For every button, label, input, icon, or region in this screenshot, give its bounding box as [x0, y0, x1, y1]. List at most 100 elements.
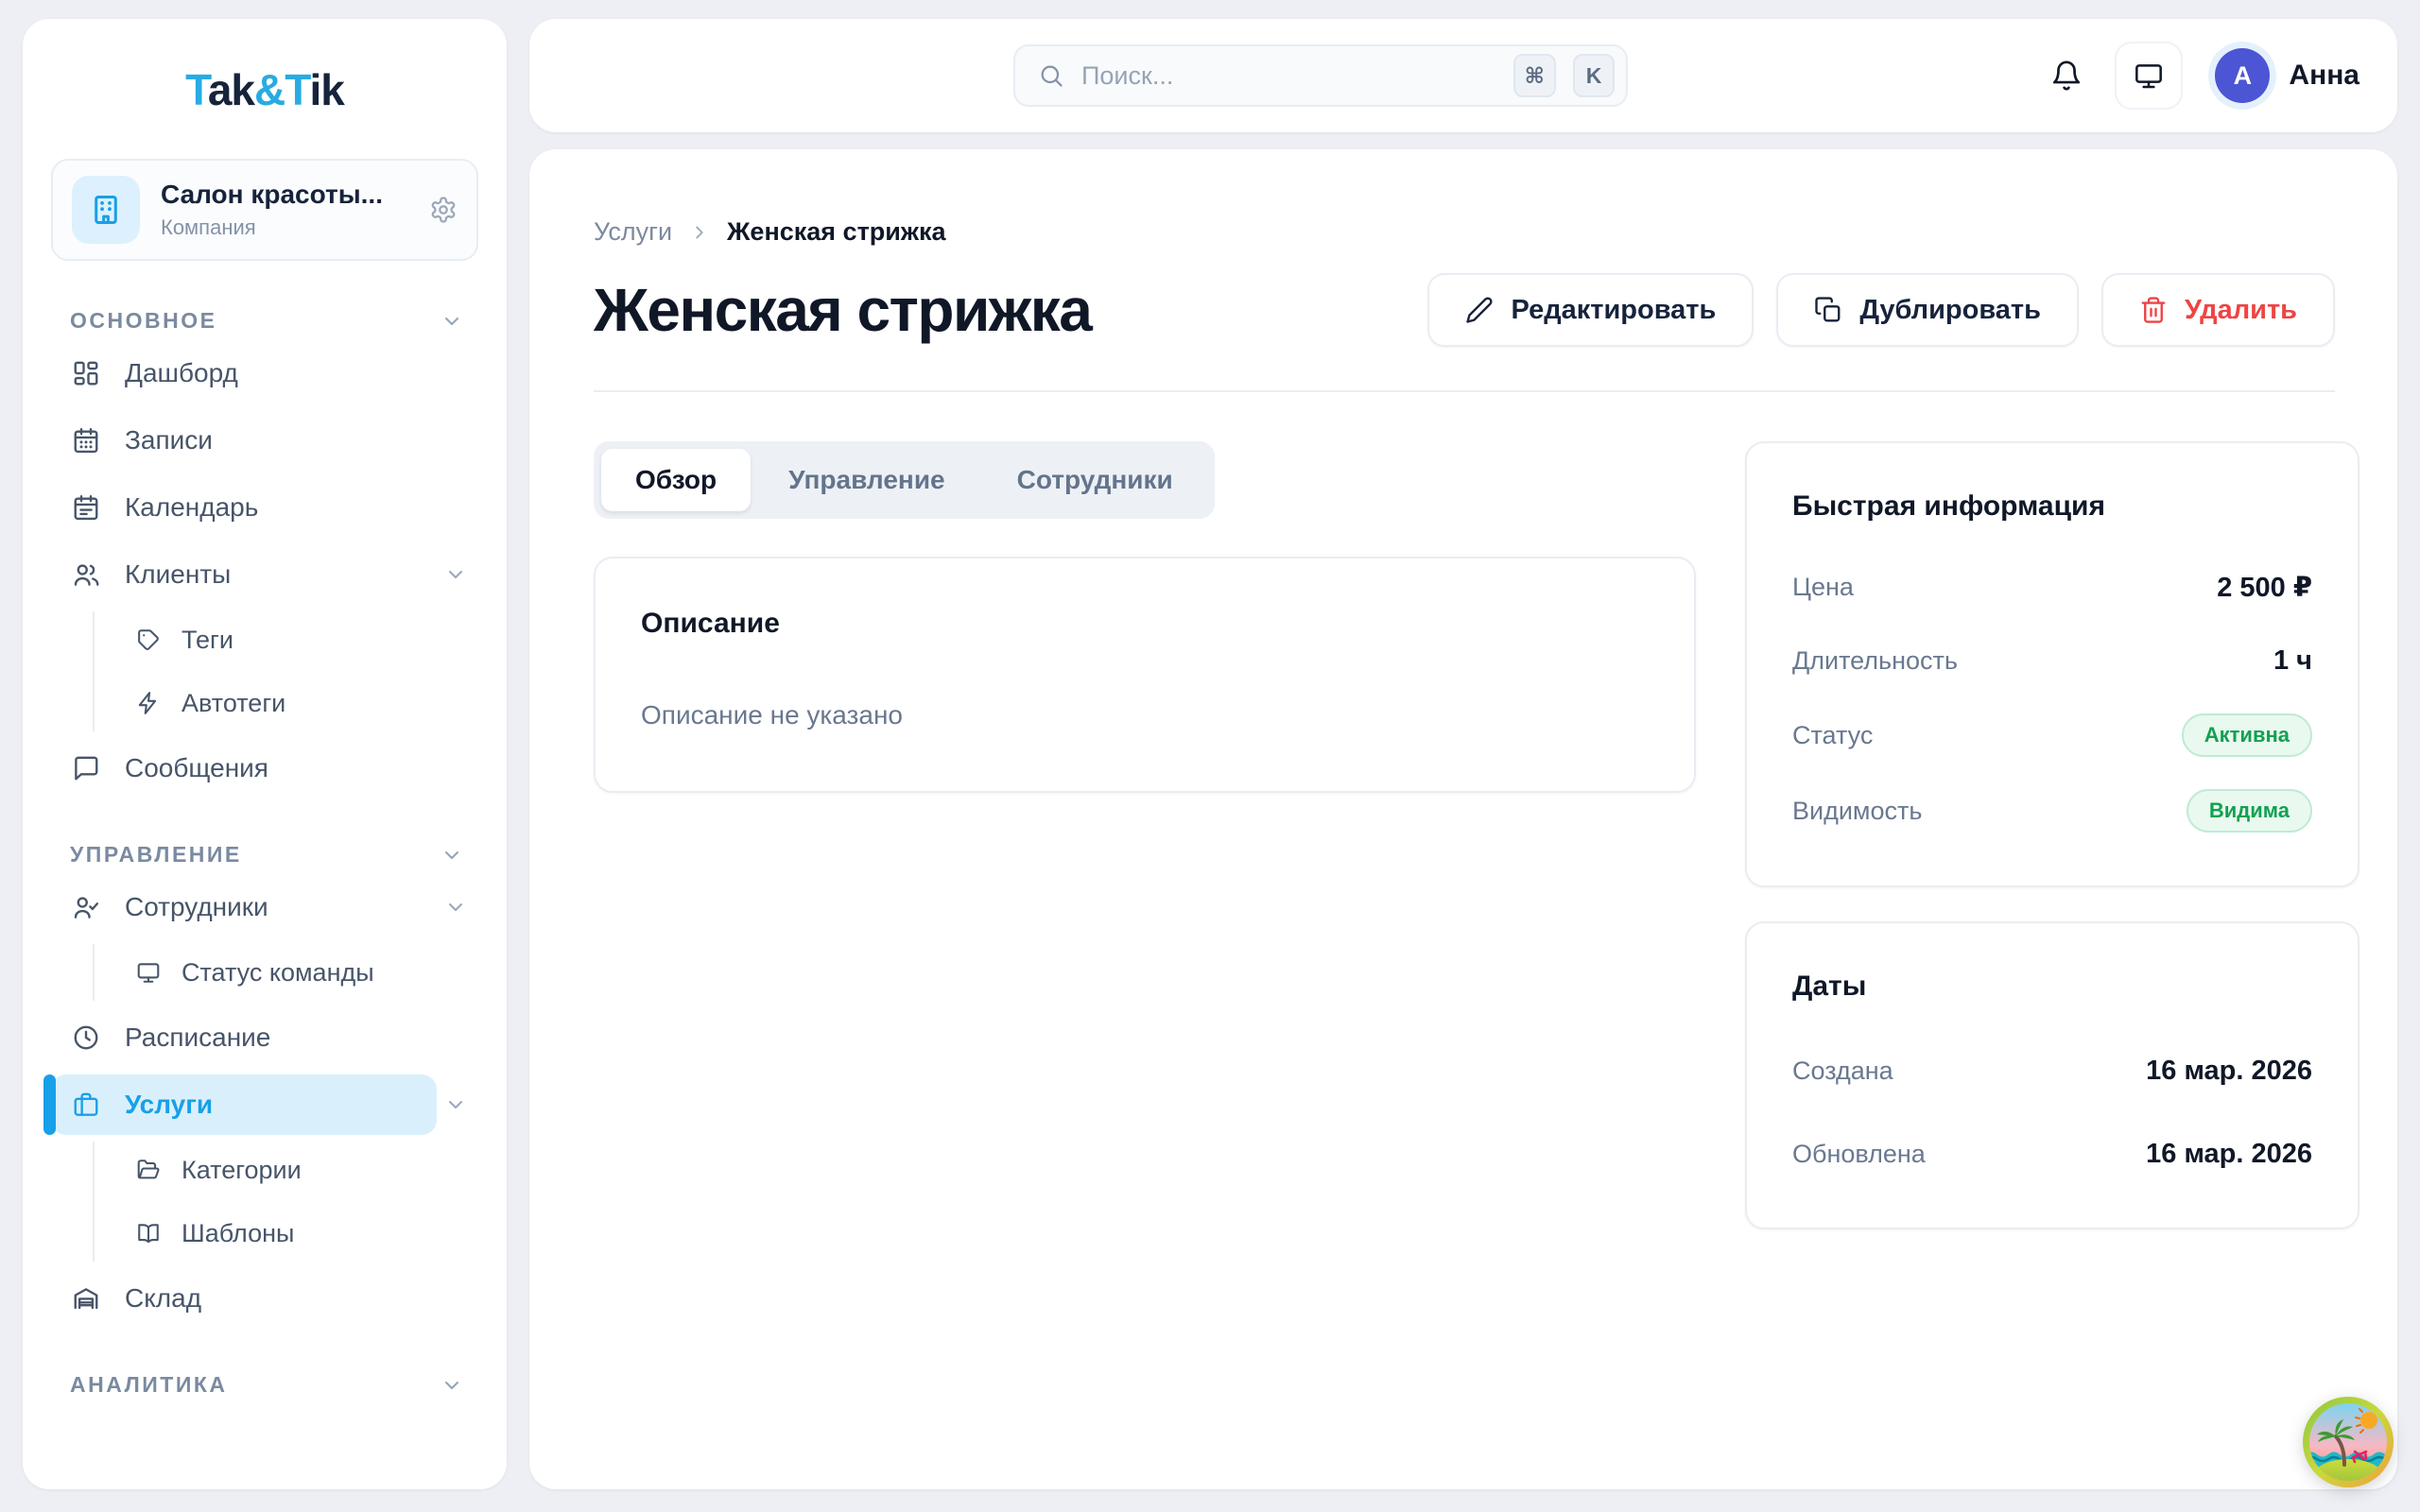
copy-icon — [1814, 296, 1842, 324]
section-label: ОСНОВНОЕ — [70, 308, 216, 334]
warehouse-icon — [72, 1284, 100, 1313]
sidebar-item-clients[interactable]: Клиенты — [51, 544, 478, 605]
sidebar-item-label: Дашборд — [125, 358, 238, 388]
user-menu[interactable]: А Анна — [2215, 48, 2360, 103]
tab-management[interactable]: Управление — [754, 449, 978, 511]
sidebar-item-autotags[interactable]: Автотеги — [125, 675, 478, 731]
folder-open-icon — [136, 1158, 161, 1182]
sidebar-item-label: Клиенты — [125, 559, 231, 590]
monitor-icon — [2134, 60, 2164, 91]
created-value: 16 мар. 2026 — [2146, 1056, 2312, 1087]
duplicate-button[interactable]: Дублировать — [1776, 273, 2079, 347]
price-row: Цена 2 500 ₽ — [1792, 566, 2312, 608]
visibility-row: Видимость Видима — [1792, 789, 2312, 833]
sidebar-item-tags[interactable]: Теги — [125, 611, 478, 668]
notifications-button[interactable] — [2050, 60, 2083, 92]
sidebar-item-records[interactable]: Записи — [51, 410, 478, 471]
sidebar-item-services[interactable]: Услуги — [51, 1074, 478, 1135]
chevron-down-icon — [444, 1093, 467, 1116]
duration-label: Длительность — [1792, 646, 1958, 676]
calendar-icon — [72, 493, 100, 522]
chevron-down-icon — [444, 563, 467, 586]
section-label: УПРАВЛЕНИЕ — [70, 842, 242, 868]
quick-info-title: Быстрая информация — [1792, 490, 2312, 523]
sidebar-subgroup-staff: Статус команды — [93, 944, 478, 1001]
book-open-icon — [136, 1221, 161, 1246]
status-label: Статус — [1792, 721, 1873, 750]
sidebar-item-label: Статус команды — [182, 958, 374, 988]
logo-part: ak — [208, 65, 254, 114]
sidebar-item-label: Автотеги — [182, 689, 285, 718]
kbd-cmd: ⌘ — [1513, 54, 1556, 97]
updated-value: 16 мар. 2026 — [2146, 1139, 2312, 1170]
left-column: Обзор Управление Сотрудники Описание Опи… — [594, 441, 1696, 793]
zap-icon — [136, 691, 161, 715]
sidebar-item-label: Теги — [182, 626, 233, 655]
created-label: Создана — [1792, 1057, 1893, 1086]
dates-rows: Создана 16 мар. 2026 Обновлена 16 мар. 2… — [1792, 1050, 2312, 1175]
kbd-k: K — [1573, 54, 1615, 97]
bell-icon — [2050, 60, 2083, 92]
sidebar-item-schedule[interactable]: Расписание — [51, 1007, 478, 1068]
quick-info-rows: Цена 2 500 ₽ Длительность 1 ч Статус Акт… — [1792, 566, 2312, 833]
company-avatar — [72, 176, 140, 244]
sidebar-nav: ОСНОВНОЕ Дашборд Записи Календарь Клиент… — [51, 308, 478, 1398]
sidebar-item-categories[interactable]: Категории — [125, 1142, 478, 1198]
building-icon — [88, 192, 124, 228]
delete-button-label: Удалить — [2185, 295, 2297, 326]
status-row: Статус Активна — [1792, 713, 2312, 757]
chevron-down-icon — [444, 896, 467, 919]
users-icon — [72, 560, 100, 589]
edit-button-label: Редактировать — [1511, 295, 1716, 326]
sidebar-item-warehouse[interactable]: Склад — [51, 1268, 478, 1329]
topbar: ⌘ K А Анна — [529, 19, 2397, 132]
app-logo[interactable]: Tak&Tik — [51, 64, 478, 115]
tab-overview[interactable]: Обзор — [601, 449, 751, 511]
sidebar-item-dashboard[interactable]: Дашборд — [51, 343, 478, 404]
tab-staff[interactable]: Сотрудники — [983, 449, 1207, 511]
sidebar-item-calendar[interactable]: Календарь — [51, 477, 478, 538]
sidebar-item-label: Склад — [125, 1283, 201, 1314]
company-type: Компания — [161, 215, 383, 240]
logo-part: T — [185, 65, 208, 114]
search-input[interactable] — [1081, 61, 1496, 91]
visibility-label: Видимость — [1792, 797, 1922, 826]
description-card: Описание Описание не указано — [594, 557, 1696, 793]
pencil-icon — [1465, 296, 1494, 324]
sidebar-item-label: Сообщения — [125, 753, 268, 783]
breadcrumb-current: Женская стрижка — [727, 217, 946, 247]
page-actions: Редактировать Дублировать Удалить — [1427, 273, 2335, 347]
updated-label: Обновлена — [1792, 1140, 1926, 1169]
display-mode-button[interactable] — [2115, 42, 2183, 110]
sidebar-section-analytics[interactable]: АНАЛИТИКА — [70, 1372, 463, 1398]
duplicate-button-label: Дублировать — [1859, 295, 2041, 326]
visibility-badge: Видима — [2187, 789, 2312, 833]
company-info: Салон красоты... Компания — [161, 180, 383, 240]
sidebar-item-messages[interactable]: Сообщения — [51, 738, 478, 799]
sidebar-item-staff[interactable]: Сотрудники — [51, 877, 478, 937]
trash-icon — [2139, 296, 2168, 324]
vacation-island-button[interactable] — [2301, 1395, 2395, 1489]
sidebar-item-label: Календарь — [125, 492, 258, 523]
sidebar-item-templates[interactable]: Шаблоны — [125, 1205, 478, 1262]
search-bar[interactable]: ⌘ K — [1013, 44, 1628, 107]
edit-button[interactable]: Редактировать — [1427, 273, 1754, 347]
tropical-island-icon — [2301, 1395, 2395, 1489]
logo-part: ik — [310, 65, 344, 114]
chevron-down-icon — [441, 310, 463, 333]
sidebar-item-team-status[interactable]: Статус команды — [125, 944, 478, 1001]
sidebar-subgroup-services: Категории Шаблоны — [93, 1142, 478, 1262]
breadcrumb-services-link[interactable]: Услуги — [594, 217, 672, 247]
delete-button[interactable]: Удалить — [2101, 273, 2335, 347]
message-icon — [72, 754, 100, 782]
company-name: Салон красоты... — [161, 180, 383, 210]
gear-icon[interactable] — [429, 196, 458, 224]
topbar-right: А Анна — [2050, 19, 2360, 132]
main-content: Услуги Женская стрижка Женская стрижка Р… — [529, 149, 2397, 1489]
breadcrumb: Услуги Женская стрижка — [594, 217, 2360, 247]
sidebar-section-main[interactable]: ОСНОВНОЕ — [70, 308, 463, 334]
sidebar-section-management[interactable]: УПРАВЛЕНИЕ — [70, 842, 463, 868]
company-switcher[interactable]: Салон красоты... Компания — [51, 159, 478, 261]
description-title: Описание — [641, 608, 1649, 640]
chevron-down-icon — [441, 1374, 463, 1397]
